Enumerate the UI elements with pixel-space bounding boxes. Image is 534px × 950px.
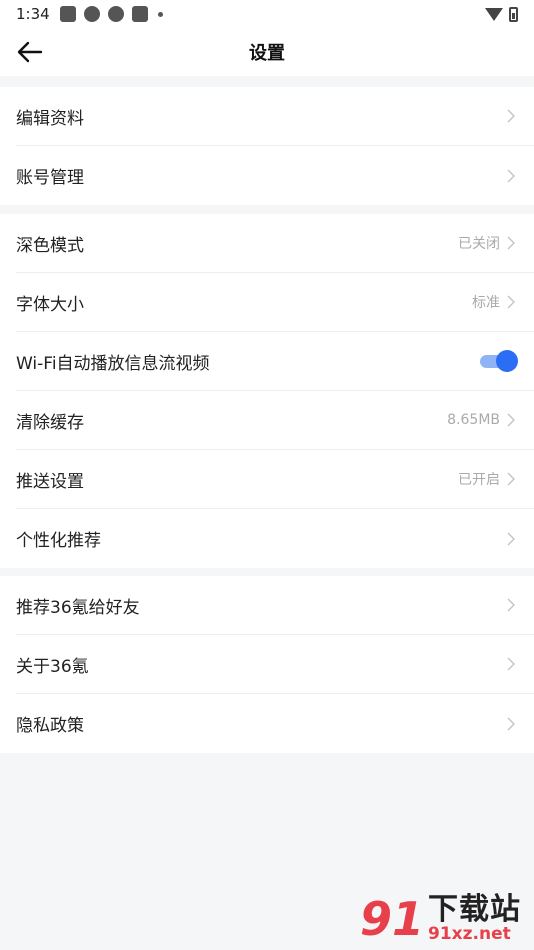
settings-item-recommend-to-friends[interactable]: 推荐36氪给好友 bbox=[16, 576, 534, 635]
battery-icon bbox=[509, 6, 518, 22]
settings-item-account-management[interactable]: 账号管理 bbox=[16, 146, 534, 205]
settings-item-edit-profile[interactable]: 编辑资料 bbox=[16, 87, 534, 146]
chevron-right-icon bbox=[504, 109, 518, 123]
chevron-right-icon bbox=[504, 657, 518, 671]
chevron-right-icon bbox=[504, 169, 518, 183]
aperture-icon bbox=[107, 6, 124, 22]
settings-group-preferences: 深色模式 已关闭 字体大小 标准 Wi-Fi自动播放信息流视频 清除缓存 8.6… bbox=[0, 214, 534, 568]
arrow-left-icon bbox=[17, 41, 43, 63]
chevron-right-icon bbox=[504, 717, 518, 731]
settings-item-font-size[interactable]: 字体大小 标准 bbox=[16, 273, 534, 332]
watermark-logo: 91 bbox=[360, 892, 425, 946]
app-header: 设置 bbox=[0, 28, 534, 76]
notification-app-icon bbox=[59, 6, 76, 22]
settings-item-value: 8.65MB bbox=[447, 412, 500, 428]
settings-item-label: Wi-Fi自动播放信息流视频 bbox=[16, 353, 210, 374]
watermark-url: 91xz.net bbox=[428, 923, 511, 944]
settings-item-label: 账号管理 bbox=[16, 168, 84, 188]
settings-item-value: 已关闭 bbox=[458, 236, 500, 252]
settings-item-label: 关于36氪 bbox=[16, 656, 89, 677]
settings-item-label: 清除缓存 bbox=[16, 412, 84, 433]
chevron-right-icon bbox=[504, 532, 518, 546]
settings-group-account: 编辑资料 账号管理 bbox=[0, 87, 534, 205]
settings-item-label: 编辑资料 bbox=[16, 108, 84, 129]
settings-item-label: 推荐36氪给好友 bbox=[16, 597, 140, 618]
settings-item-about[interactable]: 关于36氪 bbox=[16, 635, 534, 694]
chevron-right-icon bbox=[504, 472, 518, 486]
more-notifications-dot-icon bbox=[157, 11, 163, 17]
settings-item-wifi-autoplay: Wi-Fi自动播放信息流视频 bbox=[16, 332, 534, 391]
settings-item-personalized-recommendations[interactable]: 个性化推荐 bbox=[16, 509, 534, 568]
status-bar: 1:34 bbox=[0, 0, 534, 28]
status-right bbox=[485, 6, 518, 22]
chevron-right-icon bbox=[504, 236, 518, 250]
settings-item-label: 推送设置 bbox=[16, 471, 84, 492]
aperture-icon bbox=[83, 6, 100, 22]
settings-item-label: 隐私政策 bbox=[16, 716, 84, 736]
settings-item-privacy-policy[interactable]: 隐私政策 bbox=[16, 694, 534, 753]
watermark-text: 下载站 91xz.net bbox=[428, 894, 521, 943]
settings-item-clear-cache[interactable]: 清除缓存 8.65MB bbox=[16, 391, 534, 450]
settings-item-dark-mode[interactable]: 深色模式 已关闭 bbox=[16, 214, 534, 273]
back-button[interactable] bbox=[14, 36, 46, 68]
chevron-right-icon bbox=[504, 295, 518, 309]
notification-app-icon bbox=[131, 6, 148, 22]
settings-item-value: 标准 bbox=[472, 295, 500, 311]
watermark: 91 下载站 91xz.net bbox=[360, 888, 530, 950]
wifi-autoplay-toggle[interactable] bbox=[480, 350, 518, 372]
page-title: 设置 bbox=[249, 43, 285, 64]
chevron-right-icon bbox=[504, 413, 518, 427]
status-time: 1:34 bbox=[16, 5, 50, 23]
settings-item-label: 深色模式 bbox=[16, 235, 84, 256]
watermark-name: 下载站 bbox=[428, 892, 522, 928]
settings-group-about: 推荐36氪给好友 关于36氪 隐私政策 bbox=[0, 576, 534, 753]
settings-item-label: 字体大小 bbox=[16, 294, 84, 315]
toggle-thumb bbox=[496, 350, 518, 372]
wifi-icon bbox=[485, 7, 503, 21]
settings-item-label: 个性化推荐 bbox=[16, 531, 101, 551]
settings-item-value: 已开启 bbox=[458, 472, 500, 488]
settings-item-push-settings[interactable]: 推送设置 已开启 bbox=[16, 450, 534, 509]
chevron-right-icon bbox=[504, 598, 518, 612]
